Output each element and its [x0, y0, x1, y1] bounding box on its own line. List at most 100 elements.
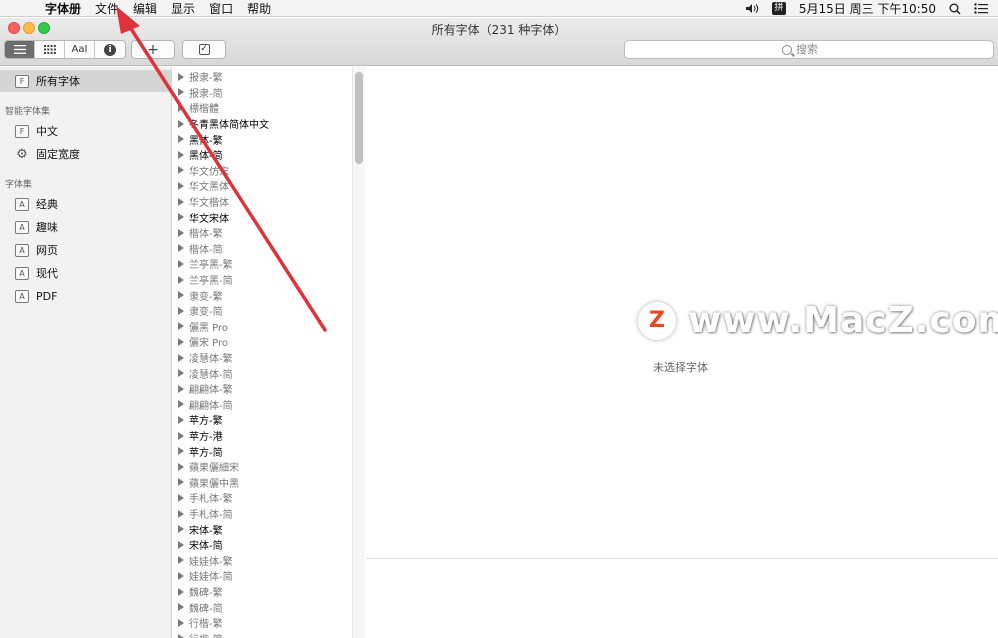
- sidebar-item-chinese[interactable]: F 中文: [0, 120, 172, 142]
- font-family-row[interactable]: 兰亭黑-简: [173, 272, 233, 288]
- disclosure-triangle-icon[interactable]: [178, 618, 184, 627]
- font-family-row[interactable]: 兰亭黑-繁: [173, 256, 233, 272]
- sidebar-item-fun[interactable]: A 趣味: [0, 216, 172, 238]
- font-family-row[interactable]: 苹方-港: [173, 428, 223, 444]
- disclosure-triangle-icon[interactable]: [178, 525, 184, 534]
- disclosure-triangle-icon[interactable]: [178, 571, 184, 580]
- disclosure-triangle-icon[interactable]: [178, 369, 184, 378]
- disclosure-triangle-icon[interactable]: [178, 181, 184, 190]
- validate-font-button[interactable]: ✓: [182, 40, 226, 59]
- disclosure-triangle-icon[interactable]: [178, 88, 184, 97]
- sidebar-item-classic[interactable]: A 经典: [0, 193, 172, 215]
- font-family-row[interactable]: 苹方-简: [173, 443, 223, 459]
- font-family-row[interactable]: 报隶-繁: [173, 69, 223, 85]
- disclosure-triangle-icon[interactable]: [178, 103, 184, 112]
- menu-fontbook[interactable]: 字体册: [40, 0, 90, 17]
- volume-icon[interactable]: [745, 3, 759, 14]
- menu-window[interactable]: 窗口: [204, 0, 242, 17]
- font-family-row[interactable]: 华文宋体: [173, 209, 229, 225]
- search-input[interactable]: [796, 43, 836, 56]
- disclosure-triangle-icon[interactable]: [178, 244, 184, 253]
- font-family-row[interactable]: 手札体-简: [173, 506, 233, 522]
- font-family-row[interactable]: 行楷-简: [173, 631, 223, 638]
- font-family-row[interactable]: 隶变-繁: [173, 287, 223, 303]
- disclosure-triangle-icon[interactable]: [178, 447, 184, 456]
- disclosure-triangle-icon[interactable]: [178, 322, 184, 331]
- disclosure-triangle-icon[interactable]: [178, 119, 184, 128]
- disclosure-triangle-icon[interactable]: [178, 556, 184, 565]
- sidebar-item-web[interactable]: A 网页: [0, 239, 172, 261]
- disclosure-triangle-icon[interactable]: [178, 509, 184, 518]
- font-family-row[interactable]: 蘋果儷中黑: [173, 475, 239, 491]
- search-field[interactable]: [624, 40, 994, 59]
- font-family-row[interactable]: 凌慧体-繁: [173, 350, 233, 366]
- font-family-row[interactable]: 儷宋 Pro: [173, 334, 228, 350]
- font-family-row[interactable]: 標楷體: [173, 100, 219, 116]
- disclosure-triangle-icon[interactable]: [178, 228, 184, 237]
- font-family-row[interactable]: 宋体-简: [173, 537, 223, 553]
- disclosure-triangle-icon[interactable]: [178, 634, 184, 638]
- list-view-button[interactable]: [5, 41, 35, 58]
- font-family-row[interactable]: 娃娃体-简: [173, 568, 233, 584]
- font-family-row[interactable]: 报隶-简: [173, 85, 223, 101]
- font-family-row[interactable]: 隶变-简: [173, 303, 223, 319]
- disclosure-triangle-icon[interactable]: [178, 259, 184, 268]
- sidebar-item-fixed-width[interactable]: ⚙ 固定宽度: [0, 143, 172, 165]
- font-family-row[interactable]: 凌慧体-简: [173, 365, 233, 381]
- font-family-row[interactable]: 华文仿宋: [173, 163, 229, 179]
- disclosure-triangle-icon[interactable]: [178, 540, 184, 549]
- disclosure-triangle-icon[interactable]: [178, 587, 184, 596]
- font-family-row[interactable]: 冬青黑体简体中文: [173, 116, 269, 132]
- disclosure-triangle-icon[interactable]: [178, 291, 184, 300]
- font-family-row[interactable]: 黑体-简: [173, 147, 223, 163]
- font-family-row[interactable]: 翩翩体-简: [173, 397, 233, 413]
- disclosure-triangle-icon[interactable]: [178, 462, 184, 471]
- font-family-row[interactable]: 娃娃体-繁: [173, 553, 233, 569]
- font-family-row[interactable]: 行楷-繁: [173, 615, 223, 631]
- sample-text-button[interactable]: AaI: [65, 41, 95, 58]
- sidebar-item-all-fonts[interactable]: F 所有字体: [0, 70, 172, 92]
- menu-view[interactable]: 显示: [166, 0, 204, 17]
- notification-center-icon[interactable]: [974, 3, 988, 14]
- add-font-button[interactable]: +: [131, 40, 175, 59]
- disclosure-triangle-icon[interactable]: [178, 478, 184, 487]
- font-family-row[interactable]: 魏碑-繁: [173, 584, 223, 600]
- font-family-row[interactable]: 黑体-繁: [173, 131, 223, 147]
- disclosure-triangle-icon[interactable]: [178, 415, 184, 424]
- disclosure-triangle-icon[interactable]: [178, 166, 184, 175]
- menu-file[interactable]: 文件: [90, 0, 128, 17]
- disclosure-triangle-icon[interactable]: [178, 337, 184, 346]
- disclosure-triangle-icon[interactable]: [178, 353, 184, 362]
- disclosure-triangle-icon[interactable]: [178, 306, 184, 315]
- font-family-row[interactable]: 儷黑 Pro: [173, 319, 228, 335]
- font-family-list[interactable]: 报隶-繁 报隶-简 標楷體 冬青黑体简体中文 黑体-繁 黑体-简 华文仿宋 华文黑体 华文楷体华…: [173, 67, 365, 638]
- font-family-row[interactable]: 宋体-繁: [173, 521, 223, 537]
- disclosure-triangle-icon[interactable]: [178, 213, 184, 222]
- font-family-row[interactable]: 楷体-繁: [173, 225, 223, 241]
- disclosure-triangle-icon[interactable]: [178, 135, 184, 144]
- font-family-row[interactable]: 手札体-繁: [173, 490, 233, 506]
- menu-help[interactable]: 帮助: [242, 0, 280, 17]
- disclosure-triangle-icon[interactable]: [178, 603, 184, 612]
- disclosure-triangle-icon[interactable]: [178, 275, 184, 284]
- disclosure-triangle-icon[interactable]: [178, 493, 184, 502]
- disclosure-triangle-icon[interactable]: [178, 197, 184, 206]
- disclosure-triangle-icon[interactable]: [178, 431, 184, 440]
- menu-edit[interactable]: 编辑: [128, 0, 166, 17]
- disclosure-triangle-icon[interactable]: [178, 384, 184, 393]
- font-family-row[interactable]: 魏碑-简: [173, 599, 223, 615]
- disclosure-triangle-icon[interactable]: [178, 150, 184, 159]
- font-list-scrollbar[interactable]: [355, 72, 363, 164]
- font-family-row[interactable]: 华文黑体: [173, 178, 229, 194]
- font-family-row[interactable]: 翩翩体-繁: [173, 381, 233, 397]
- font-family-row[interactable]: 华文楷体: [173, 194, 229, 210]
- sidebar-item-pdf[interactable]: A PDF: [0, 285, 172, 307]
- font-family-row[interactable]: 楷体-简: [173, 241, 223, 257]
- input-method-icon[interactable]: 拼: [771, 2, 786, 15]
- font-family-row[interactable]: 苹方-繁: [173, 412, 223, 428]
- sidebar-item-modern[interactable]: A 现代: [0, 262, 172, 284]
- disclosure-triangle-icon[interactable]: [178, 72, 184, 81]
- info-button[interactable]: i: [95, 41, 125, 58]
- clock[interactable]: 5月15日 周三 下午10:50: [799, 0, 936, 17]
- font-family-row[interactable]: 蘋果儷細宋: [173, 459, 239, 475]
